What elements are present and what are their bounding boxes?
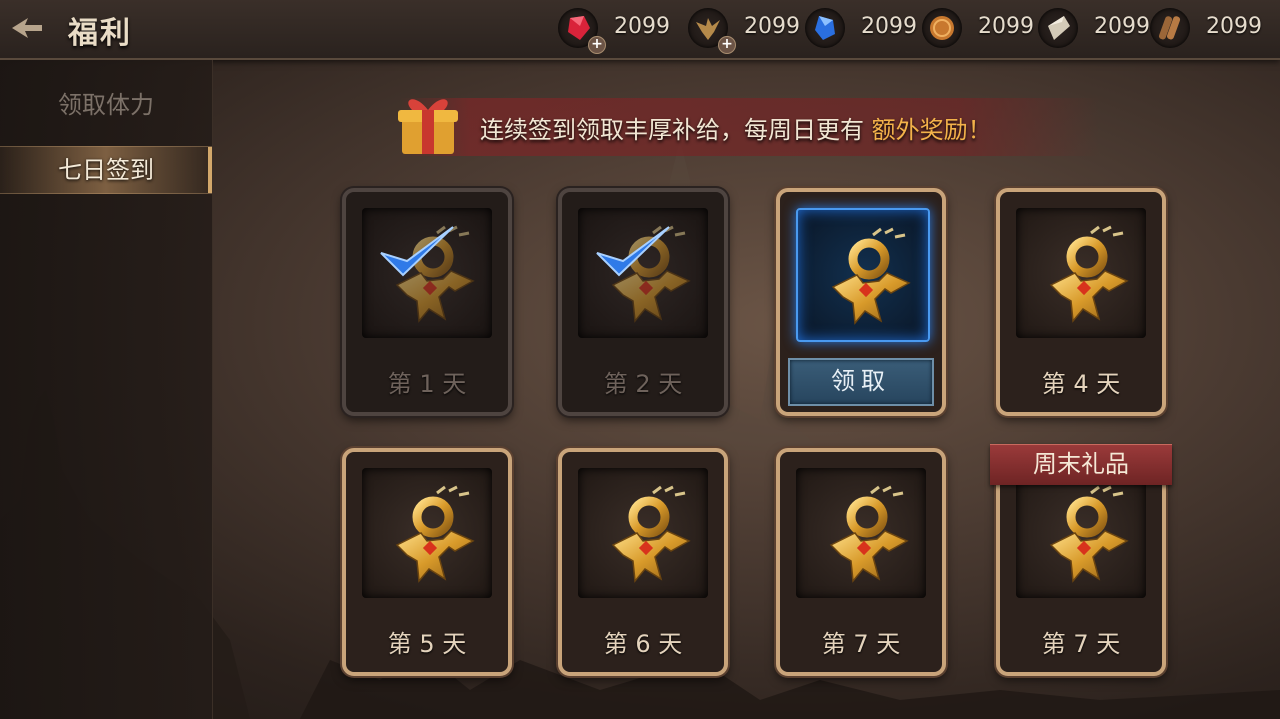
day-card-3[interactable]: 领取	[776, 188, 946, 416]
day-label: 第 5 天	[387, 630, 467, 658]
wood-icon	[1158, 16, 1181, 40]
day-label: 第 4 天	[1041, 370, 1121, 398]
sapphire-count: 2099	[861, 14, 917, 39]
day-card-6[interactable]: 第 6 天	[558, 448, 728, 676]
reward-slot	[1016, 208, 1146, 338]
coin-count: 2099	[978, 14, 1034, 39]
day-card-1[interactable]: 第 1 天	[342, 188, 512, 416]
reward-slot	[578, 208, 708, 338]
day-label: 第 2 天	[603, 370, 683, 398]
sapphire-icon	[815, 16, 835, 40]
amulet-icon	[813, 225, 913, 325]
reward-slot	[578, 468, 708, 598]
checkmark-icon	[380, 226, 454, 277]
wood-count: 2099	[1206, 14, 1262, 39]
page-title: 福利	[68, 16, 132, 51]
stone-count: 2099	[1094, 14, 1150, 39]
day-label: 第 6 天	[603, 630, 683, 658]
sidebar-item-seven-day-signin[interactable]: 七日签到	[0, 146, 212, 194]
day-card-weekend[interactable]: 周末礼品 第 7 天	[990, 444, 1172, 676]
claim-button[interactable]: 领取	[788, 358, 934, 406]
weekend-gift-ribbon: 周末礼品	[990, 444, 1172, 485]
stone-icon	[1048, 16, 1070, 40]
sidebar: 领取体力 七日签到	[0, 60, 213, 719]
reward-slot	[362, 468, 492, 598]
banner-highlight: 额外奖励！	[871, 116, 992, 144]
back-arrow-icon	[12, 18, 42, 38]
checkmark-icon	[596, 226, 670, 277]
amulet-icon	[1031, 483, 1131, 583]
amulet-icon	[811, 483, 911, 583]
day-label: 第 7 天	[821, 630, 901, 658]
add-eagle-button[interactable]: +	[718, 36, 736, 54]
day-card-2[interactable]: 第 2 天	[558, 188, 728, 416]
amulet-icon	[593, 483, 693, 583]
day-card-4[interactable]: 第 4 天	[996, 188, 1166, 416]
reward-slot	[796, 208, 930, 342]
top-bar: 福利 + 2099 + 2099 2099 2099 2099 2099	[0, 0, 1280, 60]
eagle-count: 2099	[744, 14, 800, 39]
gift-box-icon	[398, 99, 458, 154]
day-card-7[interactable]: 第 7 天	[776, 448, 946, 676]
sidebar-item-stamina[interactable]: 领取体力	[0, 82, 212, 128]
reward-slot	[362, 208, 492, 338]
ruby-count: 2099	[614, 14, 670, 39]
banner-text: 连续签到领取丰厚补给，每周日更有 额外奖励！	[480, 110, 992, 145]
back-button[interactable]	[10, 14, 44, 42]
reward-slot	[796, 468, 926, 598]
day-label: 第 1 天	[387, 370, 467, 398]
add-ruby-button[interactable]: +	[588, 36, 606, 54]
reward-slot	[1016, 468, 1146, 598]
banner-message: 连续签到领取丰厚补给，每周日更有	[480, 116, 872, 144]
coin-icon	[930, 16, 954, 40]
day-card-5[interactable]: 第 5 天	[342, 448, 512, 676]
amulet-icon	[377, 483, 477, 583]
day-label: 第 7 天	[1041, 630, 1121, 658]
amulet-icon	[1031, 223, 1131, 323]
